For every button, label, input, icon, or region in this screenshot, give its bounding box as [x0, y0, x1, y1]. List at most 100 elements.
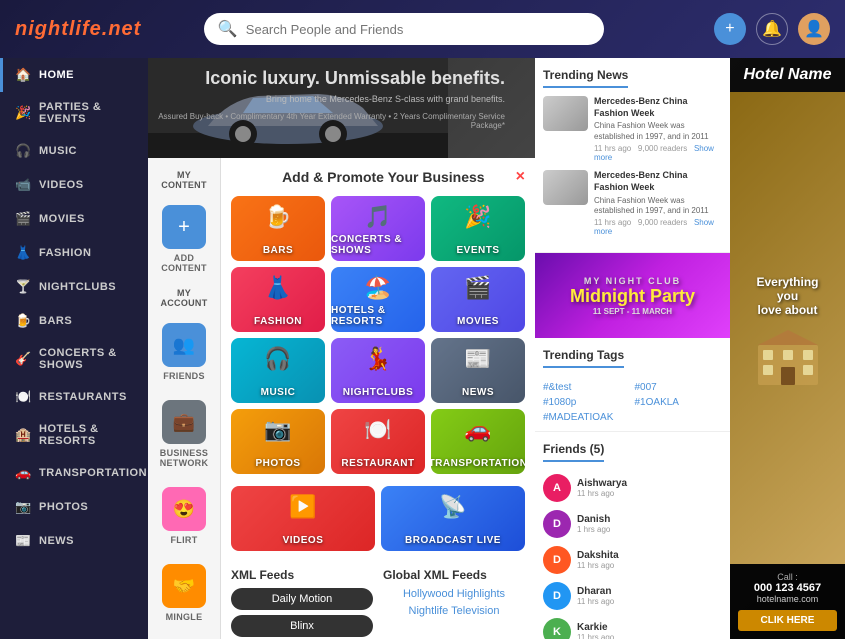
hotel-bottom: Call : 000 123 4567 hotelname.com CLIK H… [730, 564, 845, 639]
center-area: Iconic luxury. Unmissable benefits. Brin… [148, 58, 535, 639]
hotel-ad: Hotel Name Everything you love about [730, 58, 845, 639]
sidebar-item-photos[interactable]: 📷 PHOTOS [0, 490, 148, 524]
promote-modal: Add & Promote Your Business × 🍺 BARS [221, 158, 535, 639]
sidebar-item-music[interactable]: 🎧 MUSIC [0, 134, 148, 168]
nightlife-television-link[interactable]: Nightlife Television [383, 605, 525, 617]
xml-feeds-section: XML Feeds Daily Motion Blinx Ooyala Glob… [231, 563, 525, 639]
news-item-2[interactable]: Mercedes-Benz China Fashion Week China F… [543, 170, 722, 236]
daily-motion-btn[interactable]: Daily Motion [231, 588, 373, 610]
add-content-icon: + [178, 216, 190, 239]
business-network-btn[interactable]: 💼 BUSINESS NETWORK [153, 392, 215, 476]
sidebar-item-movies[interactable]: 🎬 MOVIES [0, 202, 148, 236]
follow-btn[interactable]: 👤 FOLLOW [153, 633, 215, 639]
friend-karkie[interactable]: K Karkie 11 hrs ago [543, 614, 722, 639]
header: nightlife.net 🔍 + 🔔 👤 [0, 0, 845, 58]
friends-btn[interactable]: 👥 FRIENDS [153, 315, 215, 389]
my-account-title: MY ACCOUNT [153, 284, 215, 312]
photos-category-icon: 📷 [264, 417, 291, 443]
friend-avatar-danish: D [543, 510, 571, 538]
search-icon: 🔍 [218, 19, 238, 39]
promote-videos[interactable]: ▶️ VIDEOS [231, 486, 375, 551]
friends-title: Friends (5) [543, 442, 604, 462]
hotel-name-bar: Hotel Name [730, 58, 845, 92]
right-panel: Trending News Mercedes-Benz China Fashio… [535, 58, 730, 639]
fashion-icon: 👗 [15, 245, 31, 261]
sidebar-item-hotels[interactable]: 🏨 HOTELS & RESORTS [0, 414, 148, 456]
tag-1[interactable]: #007 [635, 382, 723, 393]
logo: nightlife.net [15, 18, 141, 41]
promote-events[interactable]: 🎉 EVENTS [431, 196, 525, 261]
blinx-btn[interactable]: Blinx [231, 615, 373, 637]
hotel-cta-button[interactable]: CLIK HERE [738, 610, 837, 631]
left-panel: MY CONTENT + ADD CONTENT MY ACCOUNT 👥 FR… [148, 158, 221, 639]
sidebar-item-bars[interactable]: 🍺 BARS [0, 304, 148, 338]
add-content-btn[interactable]: + ADD CONTENT [153, 197, 215, 281]
hotels-icon: 🏨 [15, 427, 31, 443]
friend-avatar-karkie: K [543, 618, 571, 639]
sidebar-item-nightclubs[interactable]: 🍸 NIGHTCLUBS [0, 270, 148, 304]
promote-concerts[interactable]: 🎵 CONCERTS & SHOWS [331, 196, 425, 261]
friend-dharan[interactable]: D Dharan 11 hrs ago [543, 578, 722, 614]
promote-fashion[interactable]: 👗 FASHION [231, 267, 325, 332]
sidebar-item-fashion[interactable]: 👗 FASHION [0, 236, 148, 270]
sidebar-item-restaurants[interactable]: 🍽️ RESTAURANTS [0, 380, 148, 414]
promote-close-btn[interactable]: × [516, 168, 525, 186]
music-category-icon: 🎧 [264, 346, 291, 372]
sidebar-item-news[interactable]: 📰 NEWS [0, 524, 148, 558]
hotel-image-area: Everything you love about [730, 92, 845, 564]
flirt-btn[interactable]: 😍 FLIRT [153, 479, 215, 553]
avatar-button[interactable]: 👤 [798, 13, 830, 45]
mingle-btn[interactable]: 🤝 MINGLE [153, 556, 215, 630]
home-icon: 🏠 [15, 67, 31, 83]
news-item-1[interactable]: Mercedes-Benz China Fashion Week China F… [543, 96, 722, 162]
events-category-icon: 🎉 [464, 204, 491, 230]
promote-hotels[interactable]: 🏖️ HOTELS & RESORTS [331, 267, 425, 332]
xml-feeds-global: Global XML Feeds Hollywood Highlights Ni… [383, 568, 525, 639]
transportation-icon: 🚗 [15, 465, 31, 481]
videos-category-icon: ▶️ [289, 494, 316, 520]
sidebar: 🏠 HOME 🎉 PARTIES & EVENTS 🎧 MUSIC 📹 VIDE… [0, 58, 148, 639]
main-content: Iconic luxury. Unmissable benefits. Brin… [148, 58, 845, 639]
promote-nightclubs[interactable]: 💃 NIGHTCLUBS [331, 338, 425, 403]
hollywood-highlights-link[interactable]: Hollywood Highlights [383, 588, 525, 600]
promote-photos[interactable]: 📷 PHOTOS [231, 409, 325, 474]
music-icon: 🎧 [15, 143, 31, 159]
movies-icon: 🎬 [15, 211, 31, 227]
search-input[interactable] [246, 22, 590, 37]
restaurant-category-icon: 🍽️ [364, 417, 391, 443]
promote-restaurant[interactable]: 🍽️ RESTAURANT [331, 409, 425, 474]
sidebar-item-home[interactable]: 🏠 HOME [0, 58, 148, 92]
bars-icon: 🍺 [15, 313, 31, 329]
promote-movies[interactable]: 🎬 MOVIES [431, 267, 525, 332]
hotels-category-icon: 🏖️ [364, 275, 391, 301]
promote-news[interactable]: 📰 NEWS [431, 338, 525, 403]
header-actions: + 🔔 👤 [714, 13, 830, 45]
sidebar-item-parties[interactable]: 🎉 PARTIES & EVENTS [0, 92, 148, 134]
friend-dakshita[interactable]: D Dakshita 11 hrs ago [543, 542, 722, 578]
promote-transportation[interactable]: 🚗 TRANSPORTATION [431, 409, 525, 474]
friend-danish[interactable]: D Danish 1 hrs ago [543, 506, 722, 542]
tag-3[interactable]: #1OAKLA [635, 397, 723, 408]
news-thumb-1 [543, 96, 588, 131]
add-button[interactable]: + [714, 13, 746, 45]
friend-avatar-dakshita: D [543, 546, 571, 574]
sidebar-item-concerts[interactable]: 🎸 CONCERTS & SHOWS [0, 338, 148, 380]
tag-2[interactable]: #1080p [543, 397, 631, 408]
bars-category-icon: 🍺 [264, 204, 291, 230]
news-icon: 📰 [15, 533, 31, 549]
sidebar-item-transportation[interactable]: 🚗 TRANSPORTATION [0, 456, 148, 490]
promote-broadcast[interactable]: 📡 BROADCAST LIVE [381, 486, 525, 551]
banner: Iconic luxury. Unmissable benefits. Brin… [148, 58, 535, 158]
promote-music[interactable]: 🎧 MUSIC [231, 338, 325, 403]
restaurants-icon: 🍽️ [15, 389, 31, 405]
friend-aishwarya[interactable]: A Aishwarya 11 hrs ago [543, 470, 722, 506]
xml-feeds-local: XML Feeds Daily Motion Blinx Ooyala [231, 568, 373, 639]
promote-bars[interactable]: 🍺 BARS [231, 196, 325, 261]
notifications-button[interactable]: 🔔 [756, 13, 788, 45]
tag-0[interactable]: #&test [543, 382, 631, 393]
sidebar-item-videos[interactable]: 📹 VIDEOS [0, 168, 148, 202]
news-content-1: Mercedes-Benz China Fashion Week China F… [594, 96, 722, 162]
tag-4[interactable]: #MADEATIOAK [543, 412, 631, 423]
nightclubs-icon: 🍸 [15, 279, 31, 295]
news-thumb-2 [543, 170, 588, 205]
